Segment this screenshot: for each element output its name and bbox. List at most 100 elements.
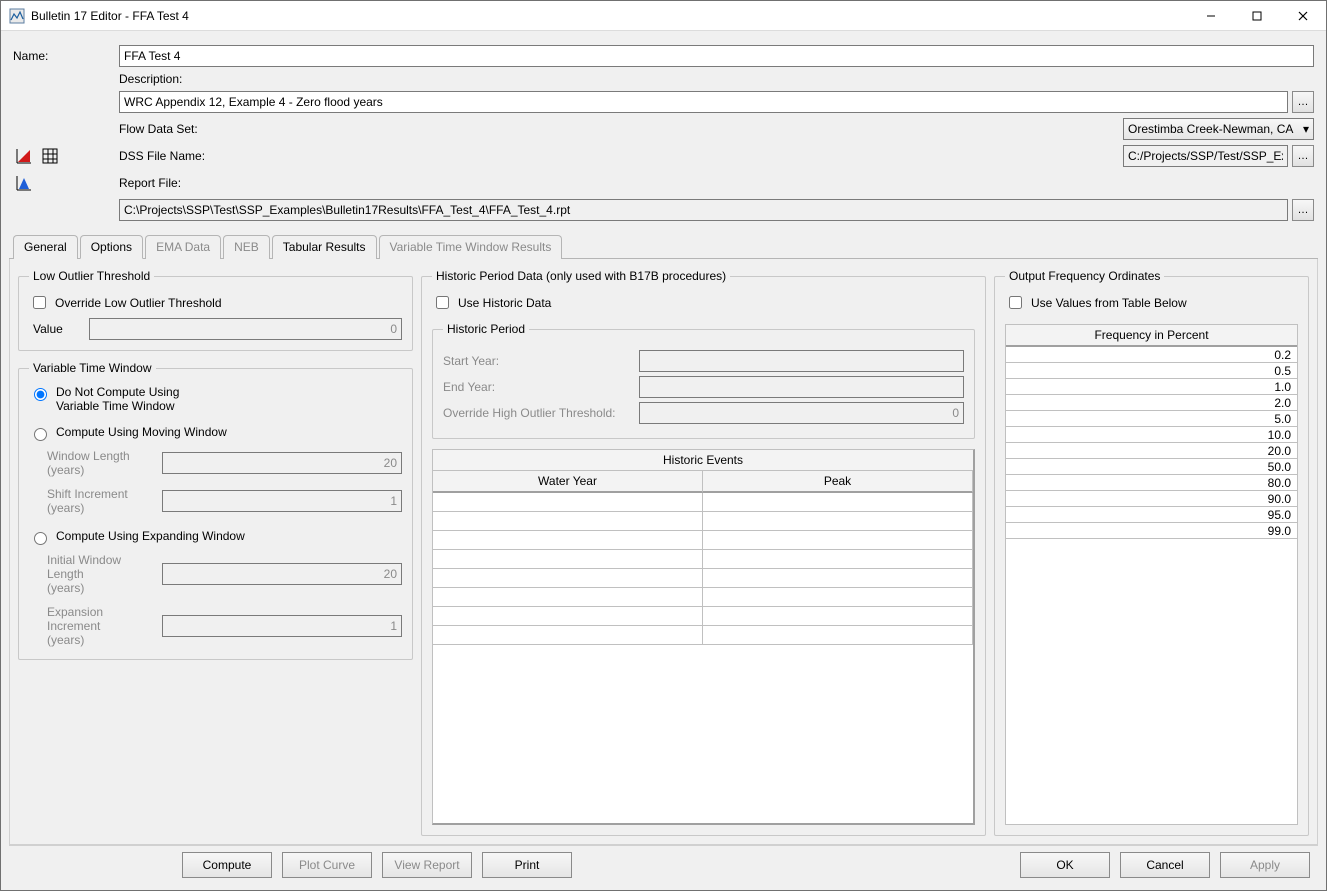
vtw-radio-moving[interactable] — [34, 428, 47, 441]
table-row[interactable] — [433, 588, 973, 607]
frequency-row[interactable]: 20.0 — [1006, 443, 1297, 459]
dss-file-input[interactable] — [1123, 145, 1288, 167]
table-row[interactable] — [433, 607, 973, 626]
historic-period-legend: Historic Period — [443, 322, 529, 336]
frequency-row[interactable]: 1.0 — [1006, 379, 1297, 395]
tab-options[interactable]: Options — [80, 235, 143, 259]
plot-red-icon[interactable] — [13, 145, 35, 167]
table-row[interactable] — [433, 550, 973, 569]
vtw-radio-moving-label: Compute Using Moving Window — [56, 425, 227, 439]
tab-neb: NEB — [223, 235, 270, 259]
table-row[interactable] — [433, 626, 973, 645]
options-middle-column: Historic Period Data (only used with B17… — [421, 269, 986, 836]
historic-events-rows — [433, 493, 973, 823]
tabstrip: General Options EMA Data NEB Tabular Res… — [9, 234, 1318, 259]
tab-variable-time-window-results: Variable Time Window Results — [379, 235, 563, 259]
dss-browse-button[interactable]: … — [1292, 145, 1314, 167]
app-icon — [9, 8, 25, 24]
tab-tabular-results[interactable]: Tabular Results — [272, 235, 377, 259]
cancel-button[interactable]: Cancel — [1120, 852, 1210, 878]
frequency-row[interactable]: 50.0 — [1006, 459, 1297, 475]
window-title: Bulletin 17 Editor - FFA Test 4 — [31, 9, 1188, 23]
flow-data-set-combo[interactable]: Orestimba Creek-Newman, CA ▾ — [1123, 118, 1314, 140]
col-header-water-year: Water Year — [433, 471, 703, 493]
table-row[interactable] — [433, 531, 973, 550]
chevron-down-icon: ▾ — [1303, 122, 1309, 136]
frequency-row[interactable]: 5.0 — [1006, 411, 1297, 427]
col-header-peak: Peak — [703, 471, 973, 493]
plot-curve-button: Plot Curve — [282, 852, 372, 878]
tab-general[interactable]: General — [13, 235, 78, 259]
frequency-row[interactable]: 80.0 — [1006, 475, 1297, 491]
view-report-button: View Report — [382, 852, 472, 878]
maximize-button[interactable] — [1234, 1, 1280, 31]
frequency-rows: 0.20.51.02.05.010.020.050.080.090.095.09… — [1006, 347, 1297, 824]
options-right-column: Output Frequency Ordinates Use Values fr… — [994, 269, 1309, 836]
frequency-row[interactable]: 99.0 — [1006, 523, 1297, 539]
frequency-legend: Output Frequency Ordinates — [1005, 269, 1164, 283]
report-file-input[interactable] — [119, 199, 1288, 221]
variable-time-window-group: Variable Time Window Do Not Compute Usin… — [18, 361, 413, 660]
override-high-outlier-label: Override High Outlier Threshold: — [443, 406, 633, 420]
print-button[interactable]: Print — [482, 852, 572, 878]
historic-legend: Historic Period Data (only used with B17… — [432, 269, 730, 283]
use-freq-values-checkbox[interactable] — [1009, 296, 1022, 309]
button-bar: Compute Plot Curve View Report Print OK … — [9, 845, 1318, 884]
vtw-legend: Variable Time Window — [29, 361, 156, 375]
historic-events-table: Historic Events Water Year Peak — [432, 449, 975, 825]
historic-period-group: Historic Period Start Year: End Year: Ov… — [432, 322, 975, 439]
window-length-input — [162, 452, 402, 474]
frequency-row[interactable]: 2.0 — [1006, 395, 1297, 411]
table-row[interactable] — [433, 512, 973, 531]
window-length-label: Window Length (years) — [47, 449, 156, 477]
vtw-radio-expanding[interactable] — [34, 532, 47, 545]
plot-blue-icon[interactable] — [13, 172, 35, 194]
table-row[interactable] — [433, 493, 973, 512]
initial-window-length-input — [162, 563, 402, 585]
options-panel: Low Outlier Threshold Override Low Outli… — [9, 259, 1318, 845]
report-browse-button[interactable]: … — [1292, 199, 1314, 221]
end-year-input — [639, 376, 964, 398]
dss-file-label: DSS File Name: — [119, 149, 1117, 163]
override-low-outlier-label: Override Low Outlier Threshold — [55, 296, 222, 310]
low-outlier-group: Low Outlier Threshold Override Low Outli… — [18, 269, 413, 351]
table-row[interactable] — [433, 569, 973, 588]
shift-increment-input — [162, 490, 402, 512]
name-input[interactable] — [119, 45, 1314, 67]
start-year-input — [639, 350, 964, 372]
description-label: Description: — [119, 72, 1117, 86]
override-low-outlier-checkbox[interactable] — [33, 296, 46, 309]
historic-events-title: Historic Events — [433, 450, 973, 471]
frequency-table-header: Frequency in Percent — [1006, 325, 1297, 347]
description-browse-button[interactable]: … — [1292, 91, 1314, 113]
frequency-row[interactable]: 10.0 — [1006, 427, 1297, 443]
use-historic-checkbox[interactable] — [436, 296, 449, 309]
ok-button[interactable]: OK — [1020, 852, 1110, 878]
flow-data-set-label: Flow Data Set: — [119, 122, 1117, 136]
close-button[interactable] — [1280, 1, 1326, 31]
window-controls — [1188, 1, 1326, 30]
minimize-button[interactable] — [1188, 1, 1234, 31]
frequency-row[interactable]: 0.5 — [1006, 363, 1297, 379]
report-file-label: Report File: — [119, 176, 1117, 190]
start-year-label: Start Year: — [443, 354, 633, 368]
use-historic-label: Use Historic Data — [458, 296, 551, 310]
vtw-radio-expanding-label: Compute Using Expanding Window — [56, 529, 245, 543]
apply-button: Apply — [1220, 852, 1310, 878]
frequency-group: Output Frequency Ordinates Use Values fr… — [994, 269, 1309, 836]
tab-ema-data: EMA Data — [145, 235, 221, 259]
description-input[interactable] — [119, 91, 1288, 113]
form-header: Name: Description: … Flow Data Set: Ores… — [9, 39, 1318, 234]
frequency-row[interactable]: 90.0 — [1006, 491, 1297, 507]
grid-icon[interactable] — [39, 145, 61, 167]
low-outlier-legend: Low Outlier Threshold — [29, 269, 154, 283]
compute-button[interactable]: Compute — [182, 852, 272, 878]
historic-group: Historic Period Data (only used with B17… — [421, 269, 986, 836]
name-label: Name: — [13, 49, 113, 63]
main-window: Bulletin 17 Editor - FFA Test 4 Name: De… — [0, 0, 1327, 891]
end-year-label: End Year: — [443, 380, 633, 394]
options-left-column: Low Outlier Threshold Override Low Outli… — [18, 269, 413, 836]
frequency-row[interactable]: 0.2 — [1006, 347, 1297, 363]
frequency-row[interactable]: 95.0 — [1006, 507, 1297, 523]
vtw-radio-none[interactable] — [34, 388, 47, 401]
